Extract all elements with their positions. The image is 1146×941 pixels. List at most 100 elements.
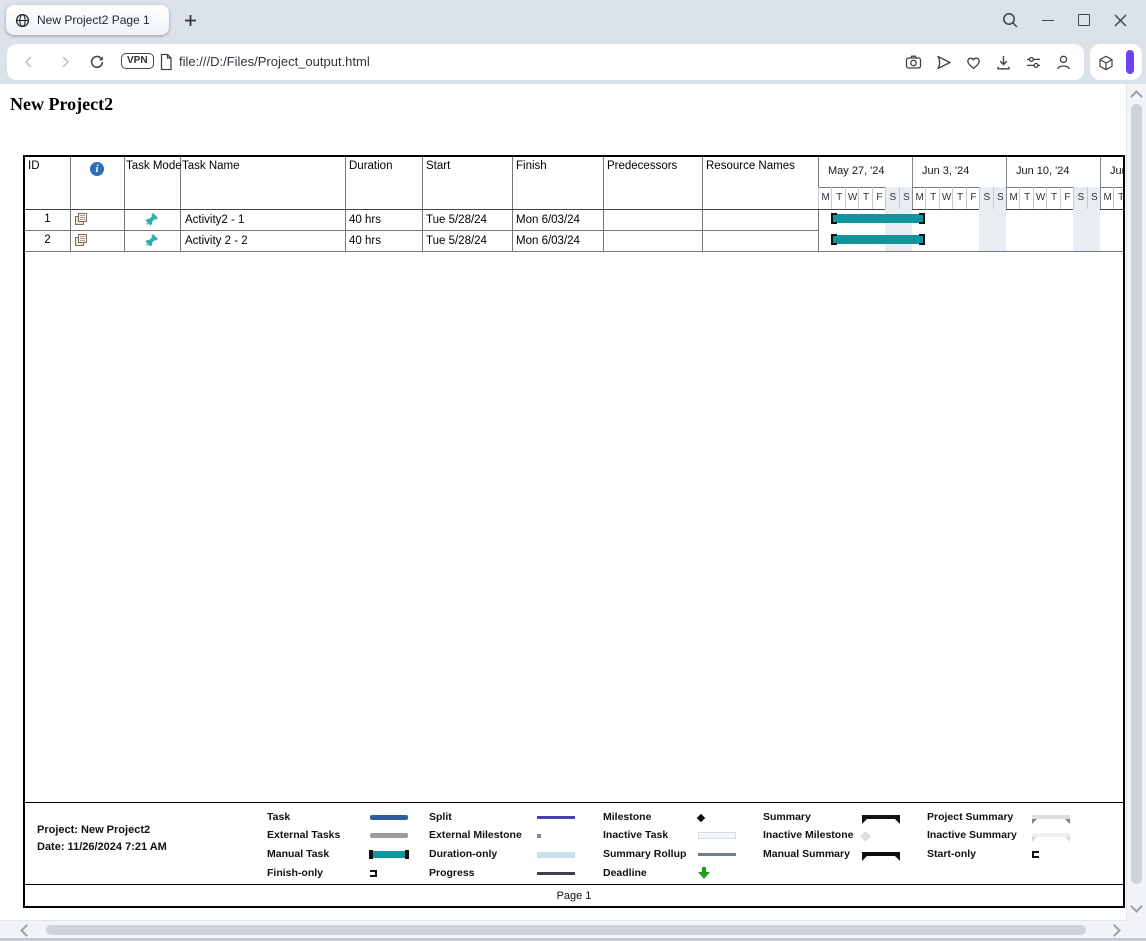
column-header-resource-names: Resource Names	[706, 160, 795, 172]
legend-swatch-manual-summary-bar	[862, 852, 900, 856]
scroll-down-arrow[interactable]	[1130, 900, 1143, 913]
grid-line	[603, 157, 604, 251]
legend-item: Progress	[429, 867, 599, 881]
browser-tab[interactable]: New Project2 Page 1	[6, 5, 169, 35]
day-header-cell: M	[912, 187, 926, 209]
week-header-cell: May 27, '24	[818, 157, 912, 187]
legend-label: Finish-only	[267, 867, 323, 879]
legend-swatch-rollup-line	[698, 853, 736, 856]
task-start: Tue 5/28/24	[426, 214, 487, 226]
vertical-scrollbar-thumb[interactable]	[1131, 104, 1142, 884]
legend-label: External Milestone	[429, 829, 522, 841]
task-duration: 40 hrs	[349, 235, 381, 247]
sidebar-toggle-pill[interactable]	[1126, 50, 1134, 74]
legend-item: Task	[267, 811, 437, 825]
maximize-button[interactable]	[1072, 8, 1096, 32]
pushpin-task-mode-icon	[144, 212, 159, 227]
screenshot-camera-button[interactable]	[903, 52, 923, 72]
legend-swatch-small-dot	[537, 834, 541, 838]
legend-label: Milestone	[603, 811, 651, 823]
legend-column-3: MilestoneInactive TaskSummary RollupDead…	[603, 803, 773, 885]
scroll-up-arrow[interactable]	[1130, 90, 1143, 103]
close-button[interactable]	[1108, 8, 1132, 32]
legend-label: Deadline	[603, 867, 647, 879]
day-header-cell: S	[885, 187, 899, 209]
legend-item: Finish-only	[267, 867, 437, 881]
legend-item: Manual Task	[267, 848, 437, 862]
forward-button[interactable]	[55, 52, 75, 72]
legend-column-2: SplitExternal MilestoneDuration-onlyProg…	[429, 803, 599, 885]
gantt-bar-fill	[832, 235, 924, 244]
task-indicator-icon	[74, 234, 88, 247]
new-tab-button[interactable]	[178, 8, 202, 32]
project-name-line: Project: New Project2	[37, 824, 150, 836]
legend-label: Project Summary	[927, 811, 1013, 823]
profile-button[interactable]	[1053, 52, 1073, 72]
grid-line	[25, 209, 1123, 210]
downloads-button[interactable]	[993, 52, 1013, 72]
task-name: Activity 2 - 2	[185, 235, 248, 247]
day-header-cell: T	[1046, 187, 1060, 209]
grid-line	[422, 157, 423, 251]
tab-title: New Project2 Page 1	[37, 13, 150, 27]
gantt-bar-start-cap	[831, 213, 837, 224]
favorites-heart-button[interactable]	[963, 52, 983, 72]
page-footer: Page 1	[25, 884, 1123, 906]
legend-swatch-deadline-arrow	[698, 867, 710, 880]
grid-line	[70, 157, 71, 251]
legend-item: Summary Rollup	[603, 848, 773, 862]
scroll-right-arrow[interactable]	[1108, 924, 1121, 937]
legend-label: Progress	[429, 867, 475, 879]
day-header-cell: F	[872, 187, 886, 209]
task-finish: Mon 6/03/24	[516, 235, 580, 247]
minimize-icon	[1042, 20, 1054, 21]
address-bar[interactable]: VPN file:///D:/Files/Project_output.html	[7, 44, 1084, 80]
grid-line	[25, 251, 1123, 252]
legend-swatch-external-bar	[370, 833, 408, 838]
legend-swatch-duration-bar	[537, 852, 575, 858]
settings-sliders-button[interactable]	[1023, 52, 1043, 72]
day-header-cell: T	[1019, 187, 1033, 209]
page-file-icon[interactable]	[156, 52, 176, 72]
day-header-cell: T	[858, 187, 872, 209]
legend-label: Start-only	[927, 848, 976, 860]
search-button[interactable]	[998, 8, 1022, 32]
browser-toolbar: VPN file:///D:/Files/Project_output.html	[0, 40, 1146, 84]
reload-button[interactable]	[87, 52, 107, 72]
globe-favicon-icon	[15, 13, 30, 28]
column-header-predecessors: Predecessors	[607, 160, 677, 172]
back-button[interactable]	[19, 52, 39, 72]
minimize-button[interactable]	[1036, 8, 1060, 32]
day-header-cell: F	[1060, 187, 1074, 209]
horizontal-scrollbar-thumb[interactable]	[46, 925, 1086, 935]
day-header-cell: S	[899, 187, 913, 209]
legend-swatch-task-bar	[370, 815, 408, 820]
legend-item: External Tasks	[267, 829, 437, 843]
extensions-panel[interactable]	[1090, 44, 1142, 80]
gantt-bar-start-cap	[831, 234, 837, 245]
share-send-button[interactable]	[933, 52, 953, 72]
url-text[interactable]: file:///D:/Files/Project_output.html	[179, 54, 370, 69]
scroll-left-arrow[interactable]	[20, 924, 33, 937]
week-header-cell: Jun	[1100, 157, 1125, 187]
package-box-icon[interactable]	[1096, 53, 1116, 73]
scrollbar-corner	[1126, 920, 1146, 938]
day-header-cell: W	[939, 187, 953, 209]
legend-item: Manual Summary	[763, 848, 933, 862]
day-header-cell: S	[993, 187, 1007, 209]
horizontal-scrollbar[interactable]	[0, 920, 1126, 938]
legend-swatch-inactive-dot	[861, 832, 871, 842]
legend-swatch-manual-bar	[370, 851, 408, 858]
vertical-scrollbar[interactable]	[1126, 84, 1146, 920]
gantt-table: ID i Task Mode Task Name Duration Start …	[23, 155, 1125, 908]
column-header-id: ID	[28, 160, 40, 172]
legend-swatch-inactive-bar	[698, 832, 736, 839]
week-header-cell: Jun 10, '24	[1006, 157, 1100, 187]
legend-label: Manual Task	[267, 848, 329, 860]
vpn-badge[interactable]: VPN	[121, 53, 154, 69]
legend-swatch-milestone-diamond	[697, 814, 705, 822]
legend-item: Project Summary	[927, 811, 1097, 825]
legend-label: External Tasks	[267, 829, 340, 841]
page-title: New Project2	[10, 94, 113, 115]
day-header-cell: F	[966, 187, 980, 209]
